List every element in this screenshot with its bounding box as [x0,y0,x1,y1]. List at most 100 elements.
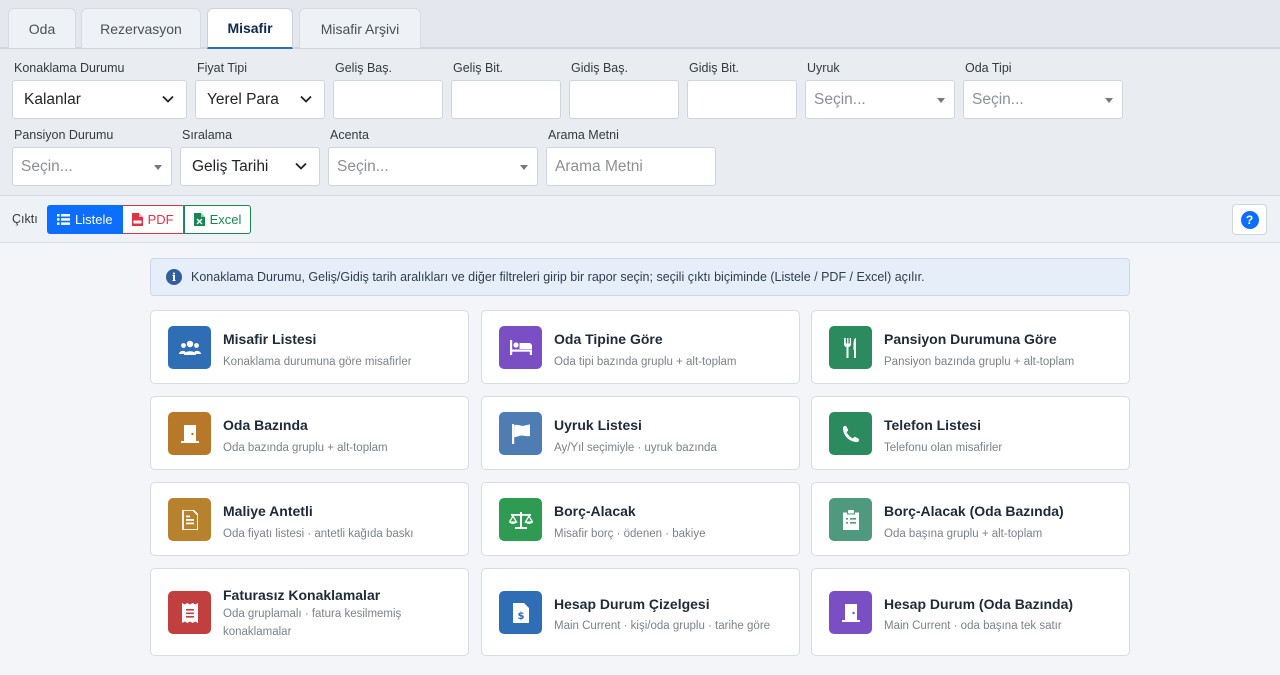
pdf-button[interactable]: PDF [122,205,184,234]
report-card-pansiyon-durumuna-gore[interactable]: Pansiyon Durumuna Göre Pansiyon bazında … [811,310,1130,384]
flag-icon [511,423,530,444]
konaklama-durumu-label: Konaklama Durumu [14,61,125,75]
report-icon-box [829,591,872,634]
report-subtitle: Ay/Yıl seçimiyle · uyruk bazında [554,442,717,454]
caret-down-icon [520,165,528,170]
report-icon-box [499,412,542,455]
report-subtitle: Pansiyon bazında gruplu + alt-toplam [884,356,1075,368]
oda-tipi-label: Oda Tipi [965,61,1012,75]
file-excel-icon [193,213,205,226]
report-title: Hesap Durum Çizelgesi [554,596,710,612]
report-icon-box [168,412,211,455]
info-icon: i [166,269,182,285]
output-label: Çıktı [12,212,38,226]
report-subtitle: Misafir borç · ödenen · bakiye [554,528,706,540]
fiyat-tipi-select[interactable]: Yerel Para [195,80,325,119]
report-subtitle: Main Current · kişi/oda gruplu · tarihe … [554,620,771,632]
report-card-borc-alacak[interactable]: Borç-Alacak Misafir borç · ödenen · baki… [481,482,800,556]
gidis-bas-input[interactable] [569,80,679,119]
chevron-down-icon [300,95,312,103]
arama-metni-input[interactable]: Arama Metni [546,147,716,186]
report-card-uyruk-listesi[interactable]: Uyruk Listesi Ay/Yıl seçimiyle · uyruk b… [481,396,800,470]
report-card-maliye-antetli[interactable]: Maliye Antetli Oda fiyatı listesi · ante… [150,482,469,556]
report-subtitle: Telefonu olan misafirler [884,442,1003,454]
pansiyon-durumu-select[interactable]: Seçin... [12,147,172,186]
receipt-icon [181,602,198,623]
acenta-select[interactable]: Seçin... [328,147,538,186]
listele-label: Listele [75,212,113,227]
list-icon [57,214,70,225]
report-icon-box: $ [499,591,542,634]
report-card-hesap-durum-oda-bazinda[interactable]: Hesap Durum (Oda Bazında) Main Current ·… [811,568,1130,656]
chevron-down-icon [162,95,174,103]
phone-icon [842,425,859,442]
siralama-label: Sıralama [182,128,233,142]
gelis-bit-input[interactable] [451,80,561,119]
tab-rezervasyon[interactable]: Rezervasyon [81,8,201,48]
tab-misafir-arsivi[interactable]: Misafir Arşivi [299,8,421,48]
konaklama-durumu-select[interactable]: Kalanlar [12,80,187,119]
report-card-oda-bazinda[interactable]: Oda Bazında Oda bazında gruplu + alt-top… [150,396,469,470]
bed-icon [509,340,532,355]
report-subtitle: Oda başına gruplu + alt-toplam [884,528,1043,540]
report-card-hesap-durum-cizelgesi[interactable]: $ Hesap Durum Çizelgesi Main Current · k… [481,568,800,656]
report-card-misafir-listesi[interactable]: Misafir Listesi Konaklama durumuna göre … [150,310,469,384]
excel-button[interactable]: Excel [183,205,252,234]
gidis-bas-label: Gidiş Baş. [571,61,628,75]
fiyat-tipi-value: Yerel Para [207,90,279,108]
acenta-label: Acenta [330,128,369,142]
report-card-borc-alacak-oda-bazinda[interactable]: Borç-Alacak (Oda Bazında) Oda başına gru… [811,482,1130,556]
tab-bar: Oda Rezervasyon Misafir Misafir Arşivi [0,0,1280,49]
report-card-oda-tipine-gore[interactable]: Oda Tipine Göre Oda tipi bazında gruplu … [481,310,800,384]
acenta-placeholder: Seçin... [337,157,389,175]
fiyat-tipi-label: Fiyat Tipi [197,61,248,75]
info-alert: i Konaklama Durumu, Geliş/Gidiş tarih ar… [150,258,1130,296]
gelis-bit-label: Geliş Bit. [453,61,504,75]
door-icon [841,603,860,622]
report-title: Faturasız Konaklamalar [223,587,381,603]
report-title: Borç-Alacak [554,503,636,519]
report-card-faturasiz-konaklamalar[interactable]: Faturasız Konaklamalar Oda gruplamalı · … [150,568,469,656]
gelis-bas-input[interactable] [333,80,443,119]
utensils-icon [843,337,856,358]
report-title: Uyruk Listesi [554,417,642,433]
arama-metni-placeholder: Arama Metni [555,157,643,175]
siralama-select[interactable]: Geliş Tarihi [180,147,320,186]
tab-oda[interactable]: Oda [8,8,76,48]
pansiyon-durumu-label: Pansiyon Durumu [14,128,114,142]
chevron-down-icon [295,162,307,170]
pdf-label: PDF [147,212,174,227]
report-icon-box [829,498,872,541]
scale-icon [508,511,533,529]
uyruk-select[interactable]: Seçin... [805,80,955,119]
report-card-telefon-listesi[interactable]: Telefon Listesi Telefonu olan misafirler [811,396,1130,470]
report-icon-box [829,412,872,455]
help-button[interactable]: ? [1232,204,1267,235]
report-icon-box [499,498,542,541]
gidis-bit-input[interactable] [687,80,797,119]
konaklama-durumu-value: Kalanlar [24,90,81,108]
excel-label: Excel [209,212,242,227]
report-title: Pansiyon Durumuna Göre [884,331,1057,347]
pansiyon-durumu-placeholder: Seçin... [21,157,73,175]
arama-metni-label: Arama Metni [548,128,619,142]
report-icon-box [168,498,211,541]
report-title: Telefon Listesi [884,417,981,433]
caret-down-icon [1105,98,1113,103]
report-title: Maliye Antetli [223,503,313,519]
tab-misafir[interactable]: Misafir [207,8,293,49]
report-title: Oda Tipine Göre [554,331,663,347]
oda-tipi-placeholder: Seçin... [972,90,1024,108]
info-text: Konaklama Durumu, Geliş/Gidiş tarih aral… [191,270,925,284]
invoice-dollar-icon: $ [512,602,529,623]
report-subtitle: Main Current · oda başına tek satır [884,620,1062,632]
output-button-group: Listele PDF Excel [47,205,252,234]
caret-down-icon [937,98,945,103]
report-subtitle: Oda gruplamalı · fatura kesilmemiş konak… [223,608,402,638]
oda-tipi-select[interactable]: Seçin... [963,80,1123,119]
report-subtitle: Oda bazında gruplu + alt-toplam [223,442,388,454]
clipboard-icon [842,509,859,530]
report-title: Misafir Listesi [223,331,317,347]
listele-button[interactable]: Listele [47,205,123,234]
users-icon [178,340,201,355]
